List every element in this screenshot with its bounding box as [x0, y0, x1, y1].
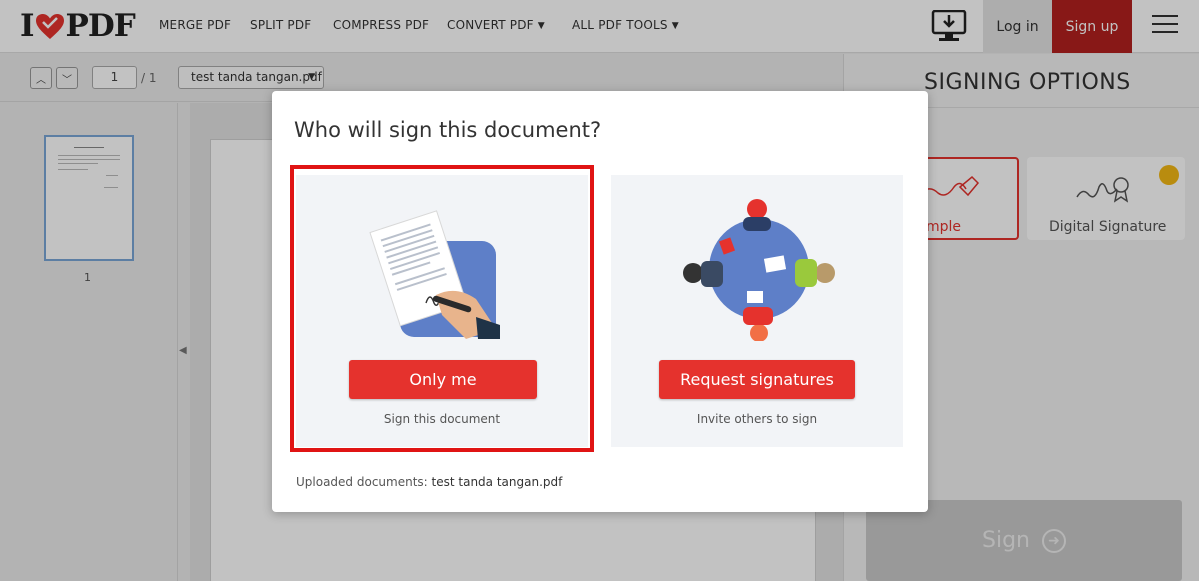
- request-signatures-subtitle: Invite others to sign: [696, 412, 818, 426]
- uploaded-documents-info: Uploaded documents: test tanda tangan.pd…: [296, 475, 562, 489]
- request-signatures-label: Request signatures: [680, 370, 834, 389]
- request-signatures-button[interactable]: Request signatures: [659, 360, 855, 399]
- selection-highlight-frame: [290, 165, 594, 452]
- meeting-table-illustration: [683, 199, 835, 341]
- modal-title: Who will sign this document?: [294, 118, 602, 142]
- uploaded-label: Uploaded documents:: [296, 475, 428, 489]
- uploaded-file-name: test tanda tangan.pdf: [431, 475, 563, 489]
- request-signatures-card[interactable]: Request signatures Invite others to sign: [611, 175, 903, 447]
- who-will-sign-modal: Who will sign this document? Only me Sig…: [272, 91, 928, 512]
